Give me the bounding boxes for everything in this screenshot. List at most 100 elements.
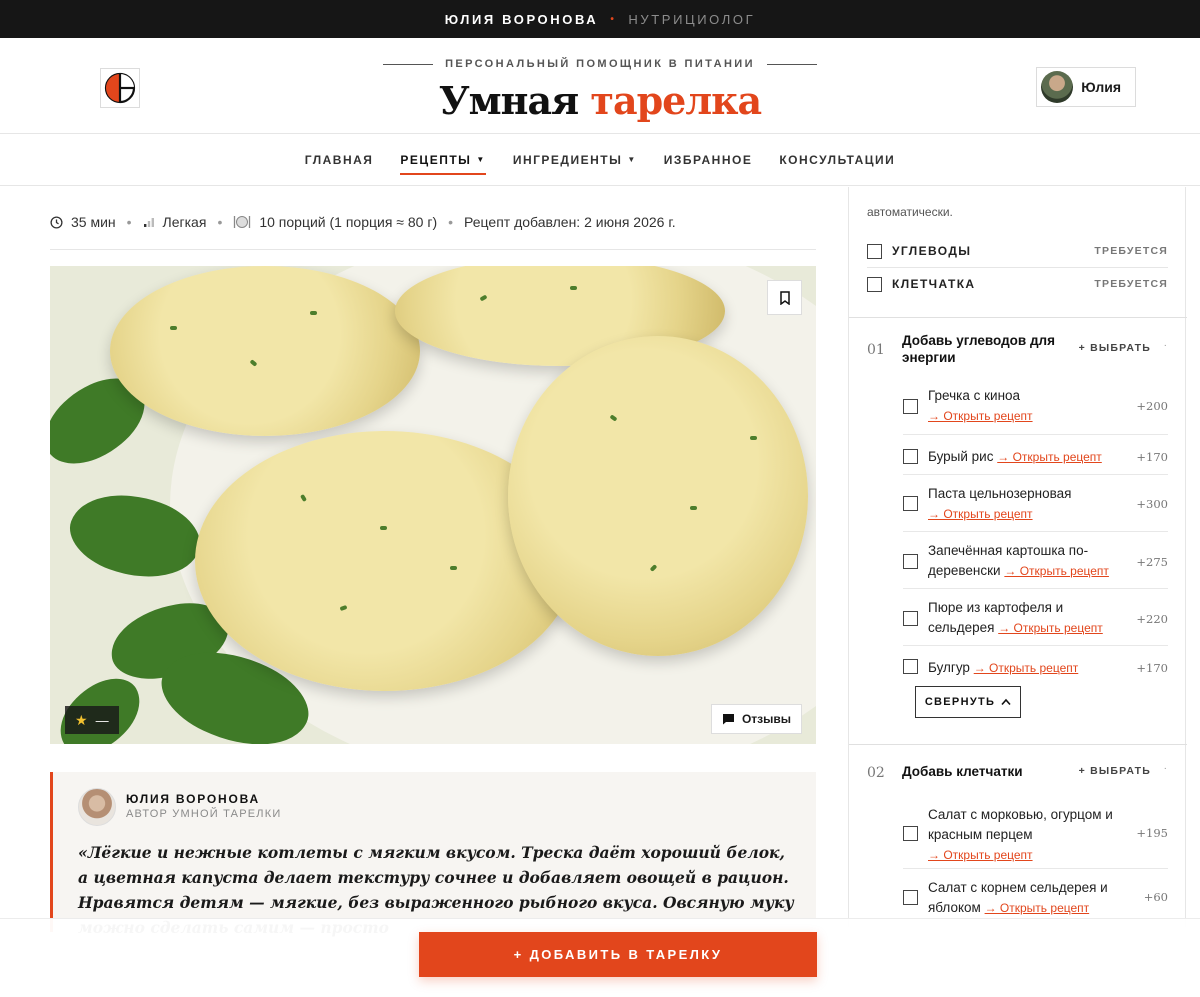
user-menu-button[interactable]: Юлия — [1036, 67, 1136, 107]
author-quote: ЮЛИЯ ВОРОНОВА АВТОР УМНОЙ ТАРЕЛКИ «Лёгки… — [50, 772, 816, 937]
nav-item-consultations[interactable]: КОНСУЛЬТАЦИИ — [779, 147, 895, 173]
section-divider — [849, 317, 1187, 318]
option-row[interactable]: Запечённая картошка по-деревенски → Откр… — [903, 541, 1168, 581]
rating-badge[interactable]: ★ — — [65, 706, 119, 734]
photo-herb — [310, 311, 317, 315]
option-name: Салат с морковью, огурцом и красным перц… — [928, 807, 1113, 842]
option-kcal: +60 — [1143, 890, 1168, 904]
option-row[interactable]: Булгур → Открыть рецепт +170 — [903, 658, 1168, 680]
cook-time: 35 мин — [71, 214, 116, 230]
difficulty: Легкая — [162, 214, 207, 230]
plate-builder-sidebar: автоматически. УГЛЕВОДЫ ТРЕБУЕТСЯ КЛЕТЧА… — [848, 187, 1187, 927]
photo-herb — [570, 286, 577, 290]
checkbox[interactable] — [903, 611, 918, 626]
open-recipe-link[interactable]: → Открыть рецепт — [928, 409, 1033, 423]
brand-title[interactable]: Умная тарелка — [0, 78, 1200, 123]
choose-button[interactable]: + ВЫБРАТЬ — [1079, 342, 1151, 354]
nav-label: ИЗБРАННОЕ — [663, 152, 753, 167]
group-title: Добавь углеводов для энергии — [902, 333, 1056, 365]
open-recipe-link[interactable]: → Открыть рецепт — [1004, 564, 1109, 578]
checkbox[interactable] — [903, 496, 918, 511]
checkbox[interactable] — [903, 826, 918, 841]
user-avatar — [1041, 71, 1074, 103]
option-name: Паста цельнозерновая — [928, 486, 1072, 501]
nutrient-row-carbs[interactable]: УГЛЕВОДЫ ТРЕБУЕТСЯ — [867, 235, 1168, 267]
tagline-rule-right — [766, 63, 817, 65]
caret-down-icon: ▼ — [627, 155, 637, 164]
group-dot: · — [1163, 763, 1167, 774]
option-kcal: +195 — [1136, 826, 1168, 840]
checkbox[interactable] — [903, 659, 918, 674]
recipe-photo: ★ — Отзывы — [50, 266, 816, 744]
author-role: АВТОР УМНОЙ ТАРЕЛКИ — [126, 808, 282, 820]
group-title: Добавь клетчатки — [902, 764, 1023, 779]
divider — [903, 434, 1168, 435]
nav-item-favorites[interactable]: ИЗБРАННОЕ — [664, 147, 753, 173]
divider — [50, 249, 816, 250]
option-row[interactable]: Гречка с киноа → Открыть рецепт +200 — [903, 386, 1168, 426]
open-recipe-link[interactable]: → Открыть рецепт — [998, 621, 1103, 635]
nutrient-label: УГЛЕВОДЫ — [892, 244, 972, 258]
open-recipe-link[interactable]: → Открыть рецепт — [997, 450, 1102, 464]
recipe-meta: 35 мин • Легкая • 10 порций (1 порция ≈ … — [50, 214, 676, 230]
photo-herb — [380, 526, 387, 530]
add-to-plate-button[interactable]: + ДОБАВИТЬ В ТАРЕЛКУ — [419, 932, 817, 977]
checkbox[interactable] — [903, 449, 918, 464]
section-divider — [849, 744, 1187, 745]
option-kcal: +220 — [1136, 612, 1168, 626]
clock-icon — [50, 215, 63, 229]
checkbox[interactable] — [867, 276, 882, 292]
star-icon: ★ — [75, 711, 88, 728]
open-recipe-link[interactable]: → Открыть рецепт — [928, 848, 1033, 862]
tagline: ПЕРСОНАЛЬНЫЙ ПОМОЩНИК В ПИТАНИИ — [0, 58, 1200, 70]
checkbox[interactable] — [903, 890, 918, 905]
option-row[interactable]: Бурый рис → Открыть рецепт +170 — [903, 447, 1168, 469]
divider — [903, 531, 1168, 532]
meta-separator: • — [448, 214, 454, 230]
option-row[interactable]: Пюре из картофеля и сельдерея → Открыть … — [903, 598, 1168, 638]
checkbox[interactable] — [867, 243, 882, 259]
nutrient-label: КЛЕТЧАТКА — [892, 277, 976, 291]
nutritionist-name: ЮЛИЯ ВОРОНОВА — [444, 11, 599, 27]
open-recipe-link[interactable]: → Открыть рецепт — [985, 901, 1090, 915]
photo-herb — [750, 436, 757, 440]
caret-down-icon: ▼ — [476, 155, 486, 164]
collapse-button[interactable]: СВЕРНУТЬ — [915, 686, 1021, 718]
option-kcal: +170 — [1136, 661, 1168, 675]
nav-label: КОНСУЛЬТАЦИИ — [779, 152, 896, 167]
option-kcal: +300 — [1136, 497, 1168, 511]
open-recipe-link[interactable]: → Открыть рецепт — [928, 507, 1033, 521]
bookmark-icon — [779, 290, 790, 305]
nav-item-recipes[interactable]: РЕЦЕПТЫ ▼ — [400, 147, 487, 175]
nav-label: ИНГРЕДИЕНТЫ — [512, 152, 623, 167]
sticky-action-bar: + ДОБАВИТЬ В ТАРЕЛКУ — [0, 918, 1200, 997]
option-row[interactable]: Салат с морковью, огурцом и красным перц… — [903, 805, 1168, 865]
choose-button[interactable]: + ВЫБРАТЬ — [1079, 765, 1151, 777]
divider — [903, 868, 1168, 869]
nav-item-ingredients[interactable]: ИНГРЕДИЕНТЫ ▼ — [513, 147, 637, 173]
divider — [903, 645, 1168, 646]
nav-label: ГЛАВНАЯ — [304, 152, 374, 167]
option-row[interactable]: Салат с корнем сельдерея и яблоком → Отк… — [903, 878, 1168, 918]
nutrient-status: ТРЕБУЕТСЯ — [1094, 245, 1168, 257]
main-nav: ГЛАВНАЯ РЕЦЕПТЫ ▼ ИНГРЕДИЕНТЫ ▼ ИЗБРАННОЕ … — [0, 134, 1200, 186]
option-kcal: +200 — [1136, 399, 1168, 413]
checkbox[interactable] — [903, 554, 918, 569]
open-recipe-link[interactable]: → Открыть рецепт — [974, 661, 1079, 675]
sidebar-note: автоматически. — [867, 205, 953, 219]
top-strip: ЮЛИЯ ВОРОНОВА • НУТРИЦИОЛОГ — [0, 0, 1200, 38]
difficulty-icon — [143, 218, 154, 227]
bookmark-button[interactable] — [767, 280, 802, 315]
option-row[interactable]: Паста цельнозерновая → Открыть рецепт +30… — [903, 484, 1168, 524]
checkbox[interactable] — [903, 399, 918, 414]
reviews-button[interactable]: Отзывы — [710, 704, 802, 734]
user-name: Юлия — [1081, 79, 1121, 95]
option-kcal: +170 — [1136, 450, 1168, 464]
group-number: 01 — [867, 342, 885, 358]
brand-word-2: тарелка — [590, 78, 762, 123]
nav-item-home[interactable]: ГЛАВНАЯ — [305, 147, 374, 173]
nutrient-row-fiber[interactable]: КЛЕТЧАТКА ТРЕБУЕТСЯ — [867, 268, 1168, 300]
brand-word-1: Умная — [438, 78, 579, 123]
collapse-label: СВЕРНУТЬ — [924, 696, 996, 708]
portions: 10 порций (1 порция ≈ 80 г) — [259, 214, 438, 230]
